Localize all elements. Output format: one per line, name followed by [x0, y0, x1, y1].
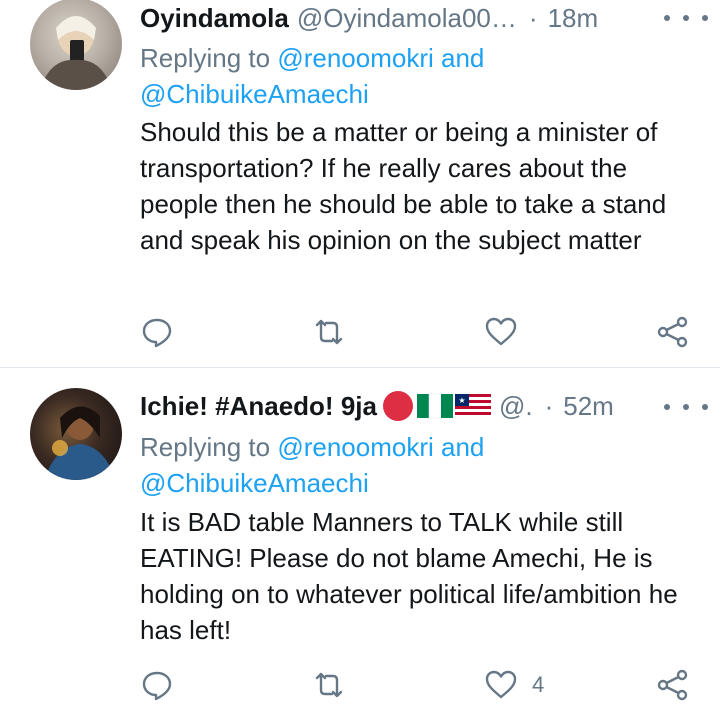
svg-text:★: ★ [458, 396, 465, 405]
retweet-button[interactable] [312, 665, 346, 705]
tweet-text: Should this be a matter or being a minis… [140, 117, 667, 255]
display-name[interactable]: Oyindamola [140, 3, 289, 34]
tweet-header: Ichie! #Anaedo! 9ja ★ @. · 52m [140, 388, 700, 424]
red-circle-icon [382, 391, 413, 421]
separator-dot: · [544, 390, 554, 421]
like-count: 4 [532, 672, 545, 697]
and-text[interactable]: and [441, 432, 484, 462]
share-icon [657, 669, 688, 701]
display-name[interactable]: Ichie! #Anaedo! 9ja [140, 391, 377, 422]
tweet-actions: 4 [0, 665, 720, 705]
flag-emojis: ★ [381, 389, 491, 423]
mention-link[interactable]: @renoomokri [277, 432, 433, 462]
user-handle[interactable]: @. [499, 391, 533, 422]
retweet-icon [315, 672, 343, 698]
share-icon [657, 316, 688, 348]
tweet-text: It is BAD table Manners to TALK while st… [140, 507, 678, 645]
tweet-header: Oyindamola @Oyindamola00… · 18m [140, 0, 700, 36]
reply-icon [142, 318, 172, 348]
more-icon[interactable] [664, 6, 708, 30]
reply-button[interactable] [140, 665, 174, 705]
nigeria-flag-icon [416, 393, 453, 419]
reply-icon [142, 671, 172, 701]
user-handle[interactable]: @Oyindamola00… [297, 3, 517, 34]
share-button[interactable] [656, 312, 690, 352]
like-button[interactable]: 4 [484, 665, 544, 705]
share-button[interactable] [656, 665, 690, 705]
mention-link[interactable]: @ChibuikeAmaechi [140, 79, 369, 109]
mention-link[interactable]: @renoomokri [277, 43, 433, 73]
avatar[interactable] [30, 0, 122, 90]
tweet-actions [0, 312, 720, 352]
mention-link[interactable]: @ChibuikeAmaechi [140, 468, 369, 498]
like-button[interactable] [484, 312, 532, 352]
reply-button[interactable] [140, 312, 174, 352]
retweet-icon [315, 319, 343, 345]
and-text[interactable]: and [441, 43, 484, 73]
separator-dot: · [528, 2, 538, 33]
timestamp[interactable]: 52m [563, 391, 614, 422]
replying-to: Replying to @renoomokri and @ChibuikeAma… [140, 429, 700, 501]
retweet-button[interactable] [312, 312, 346, 352]
liberia-flag-icon: ★ [454, 394, 491, 418]
avatar[interactable] [30, 388, 122, 480]
more-icon[interactable] [664, 395, 708, 419]
timestamp[interactable]: 18m [548, 3, 599, 34]
tweet[interactable]: Ichie! #Anaedo! 9ja ★ @. · 52m Replying … [0, 367, 720, 712]
like-icon [485, 317, 517, 346]
tweet[interactable]: Oyindamola @Oyindamola00… · 18m Replying… [0, 0, 720, 367]
replying-to: Replying to @renoomokri and @ChibuikeAma… [140, 40, 700, 112]
replying-prefix: Replying to [140, 432, 271, 462]
replying-prefix: Replying to [140, 43, 271, 73]
like-icon [485, 670, 517, 699]
